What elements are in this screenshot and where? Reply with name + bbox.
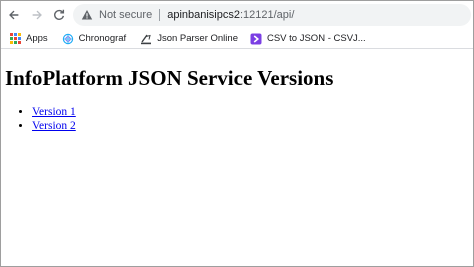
bookmark-json-parser[interactable]: Json Parser Online bbox=[136, 30, 242, 48]
security-status-text[interactable]: Not secure bbox=[99, 9, 152, 21]
address-bar[interactable]: Not secure apinbanisipcs2:12121/api/ bbox=[73, 4, 471, 26]
list-item: Version 1 bbox=[32, 105, 469, 119]
url-text[interactable]: apinbanisipcs2:12121/api/ bbox=[167, 9, 294, 21]
url-host: apinbanisipcs2 bbox=[167, 9, 240, 21]
bookmark-csv-to-json[interactable]: CSV to JSON - CSVJ... bbox=[246, 30, 370, 48]
forward-button[interactable] bbox=[28, 6, 46, 24]
version-2-link[interactable]: Version 2 bbox=[32, 120, 76, 132]
bookmarks-bar: Apps Chronograf Json Parser Online CSV t… bbox=[1, 29, 473, 49]
back-button[interactable] bbox=[5, 6, 23, 24]
browser-toolbar: Not secure apinbanisipcs2:12121/api/ bbox=[1, 1, 473, 29]
csv-to-json-icon bbox=[250, 33, 262, 45]
list-item: Version 2 bbox=[32, 119, 469, 133]
json-parser-icon bbox=[140, 33, 152, 45]
bookmark-label: Json Parser Online bbox=[157, 33, 238, 44]
url-path: :12121/api/ bbox=[239, 9, 295, 21]
chronograf-icon bbox=[62, 33, 74, 45]
page-content: InfoPlatform JSON Service Versions Versi… bbox=[5, 65, 469, 133]
address-divider bbox=[159, 9, 161, 21]
reload-button[interactable] bbox=[50, 6, 68, 24]
bookmark-apps[interactable]: Apps bbox=[5, 30, 52, 48]
warning-icon[interactable] bbox=[81, 9, 93, 21]
forward-arrow-icon bbox=[32, 10, 42, 20]
version-1-link[interactable]: Version 1 bbox=[32, 106, 76, 118]
back-arrow-icon bbox=[9, 10, 19, 20]
reload-icon bbox=[54, 9, 65, 20]
page-title: InfoPlatform JSON Service Versions bbox=[5, 66, 334, 90]
bookmark-label: CSV to JSON - CSVJ... bbox=[266, 33, 366, 44]
browser-window: Not secure apinbanisipcs2:12121/api/ App… bbox=[0, 0, 474, 267]
bookmark-label: Chronograf bbox=[78, 33, 127, 44]
bookmark-label: Apps bbox=[26, 33, 48, 44]
apps-grid-icon bbox=[9, 33, 21, 45]
bookmark-chronograf[interactable]: Chronograf bbox=[58, 30, 131, 48]
version-list: Version 1 Version 2 bbox=[32, 105, 469, 133]
